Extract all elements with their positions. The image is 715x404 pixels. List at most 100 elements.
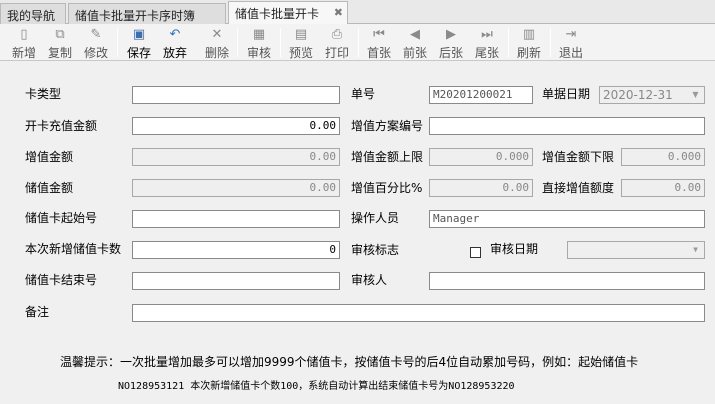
plan-no-input[interactable] [429, 117, 705, 135]
new-count-label: 本次新增储值卡数 [25, 242, 122, 256]
auditor-label: 审核人 [351, 273, 388, 287]
tab-label: 我的导航 [7, 9, 56, 23]
exit-button[interactable]: ⇥ 退出 [553, 26, 589, 60]
toolbar-separator [237, 28, 238, 57]
bonus-upper-field: 0.000 [429, 148, 533, 166]
edit-icon: ✎ [90, 27, 102, 42]
audit-flag-checkbox[interactable] [470, 247, 481, 258]
button-label: 打印 [324, 46, 349, 60]
undo-icon: ↶ [169, 27, 181, 42]
chevron-down-icon[interactable]: ▼ [689, 88, 702, 102]
card-type-input[interactable] [132, 86, 340, 104]
button-label: 修改 [83, 46, 108, 60]
bill-date-picker[interactable]: 2020-12-31 ▼ [599, 86, 705, 104]
toolbar-separator [508, 28, 509, 57]
button-label: 新增 [11, 46, 36, 60]
audit-icon: ▦ [252, 27, 266, 42]
operator-field: Manager [429, 210, 705, 228]
button-label: 保存 [126, 46, 151, 60]
stored-amount-label: 储值金额 [25, 181, 74, 195]
tab-card-list[interactable]: 储值卡批量开卡序时簿 [68, 3, 226, 24]
preview-icon: ▤ [294, 27, 308, 42]
stored-amount-field: 0.00 [132, 179, 340, 197]
first-record-icon: ⏮ [373, 27, 385, 42]
bonus-lower-field: 0.000 [621, 148, 705, 166]
button-label: 删除 [204, 46, 229, 60]
button-label: 审核 [246, 46, 271, 60]
hint-line-1: 温馨提示：一次批量增加最多可以增加9999个储值卡，按储值卡号的后4位自动累加号… [60, 355, 639, 369]
button-label: 前张 [402, 46, 427, 60]
tab-batch-open[interactable]: 储值卡批量开卡 ✖ [228, 1, 348, 25]
operator-label: 操作人员 [351, 211, 400, 225]
bonus-percent-label: 增值百分比% [351, 181, 423, 195]
last-button[interactable]: ⏭ 尾张 [469, 26, 505, 60]
new-doc-icon: ▯ [20, 27, 28, 42]
direct-bonus-field: 0.00 [621, 179, 705, 197]
next-record-icon: ▶ [446, 27, 456, 42]
plan-no-label: 增值方案编号 [351, 119, 424, 133]
tab-my-navigation[interactable]: 我的导航 [0, 3, 66, 24]
bonus-percent-field: 0.00 [429, 179, 533, 197]
bonus-amount-field: 0.00 [132, 148, 340, 166]
remark-label: 备注 [25, 305, 50, 319]
button-label: 复制 [47, 46, 72, 60]
chevron-down-icon[interactable]: ▼ [689, 243, 702, 257]
open-amount-input[interactable]: 0.00 [132, 117, 340, 135]
refresh-button[interactable]: ▥ 刷新 [511, 26, 547, 60]
button-label: 尾张 [474, 46, 499, 60]
save-icon: ▣ [132, 27, 146, 42]
end-no-label: 储值卡结束号 [25, 273, 98, 287]
button-label: 后张 [438, 46, 463, 60]
bonus-amount-label: 增值金额 [25, 150, 74, 164]
end-no-input[interactable] [132, 272, 340, 290]
open-amount-label: 开卡充值金额 [25, 119, 98, 133]
printer-icon: ⎙ [331, 27, 343, 42]
last-record-icon: ⏭ [481, 27, 493, 42]
bill-date-value: 2020-12-31 [603, 88, 673, 102]
audit-button[interactable]: ▦ 审核 [241, 26, 277, 60]
remark-input[interactable] [132, 304, 705, 322]
tab-bar: 我的导航 储值卡批量开卡序时簿 储值卡批量开卡 ✖ [0, 0, 715, 25]
toolbar-separator [550, 28, 551, 57]
auditor-field [429, 272, 705, 290]
next-button[interactable]: ▶ 后张 [433, 26, 469, 60]
prev-button[interactable]: ◀ 前张 [397, 26, 433, 60]
bill-date-label: 单据日期 [542, 87, 591, 101]
new-count-input[interactable]: 0 [132, 241, 340, 259]
new-button[interactable]: ▯ 新增 [6, 26, 42, 60]
delete-icon: ✕ [211, 27, 223, 42]
tab-label: 储值卡批量开卡序时簿 [75, 9, 196, 23]
bonus-lower-label: 增值金额下限 [542, 150, 615, 164]
copy-button[interactable]: ⧉ 复制 [42, 26, 78, 60]
toolbar-separator [117, 28, 118, 57]
start-no-label: 储值卡起始号 [25, 211, 98, 225]
toolbar-separator [358, 28, 359, 57]
delete-button[interactable]: ✕ 删除 [199, 26, 235, 60]
refresh-icon: ▥ [522, 27, 536, 42]
first-button[interactable]: ⏮ 首张 [361, 26, 397, 60]
prev-record-icon: ◀ [410, 27, 420, 42]
start-no-input[interactable] [132, 210, 340, 228]
button-label: 首张 [366, 46, 391, 60]
button-label: 预览 [288, 46, 313, 60]
button-label: 放弃 [162, 46, 187, 60]
bill-no-label: 单号 [351, 87, 376, 101]
button-label: 刷新 [516, 46, 541, 60]
exit-icon: ⇥ [565, 27, 577, 42]
close-icon[interactable]: ✖ [334, 6, 343, 19]
abandon-button[interactable]: ↶ 放弃 [157, 26, 193, 60]
button-label: 退出 [558, 46, 583, 60]
audit-date-label: 审核日期 [490, 242, 539, 256]
bonus-upper-label: 增值金额上限 [351, 150, 424, 164]
modify-button[interactable]: ✎ 修改 [78, 26, 114, 60]
copy-icon: ⧉ [55, 27, 65, 42]
direct-bonus-label: 直接增值额度 [542, 181, 615, 195]
print-button[interactable]: ⎙ 打印 [319, 26, 355, 60]
audit-date-picker[interactable]: ▼ [567, 241, 705, 259]
audit-flag-label: 审核标志 [351, 243, 400, 257]
bill-no-field[interactable]: M20201200021 [429, 86, 533, 104]
save-button[interactable]: ▣ 保存 [121, 26, 157, 60]
preview-button[interactable]: ▤ 预览 [283, 26, 319, 60]
card-type-label: 卡类型 [25, 87, 62, 101]
toolbar-separator [280, 28, 281, 57]
